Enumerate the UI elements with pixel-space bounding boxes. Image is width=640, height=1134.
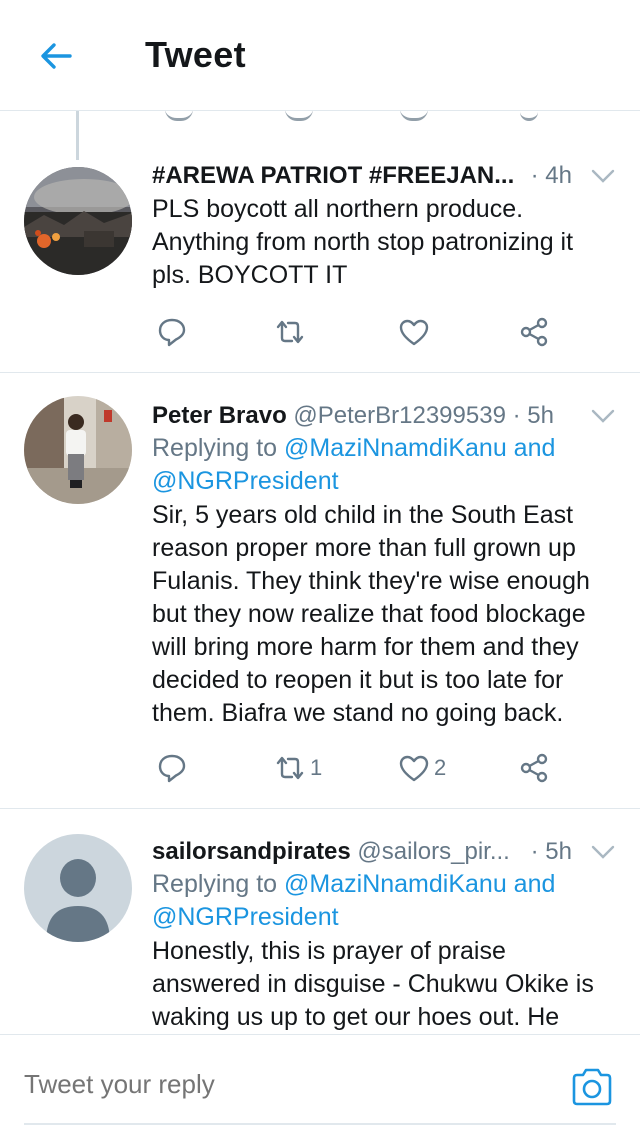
like-count: 2 — [434, 755, 447, 780]
display-name[interactable]: Peter Bravo — [152, 402, 287, 429]
replying-to-label: Replying to — [152, 434, 285, 462]
like-button[interactable]: 2 — [398, 748, 446, 788]
share-button[interactable] — [518, 748, 550, 788]
replying-to-label: Replying to — [152, 870, 285, 898]
share-icon — [520, 317, 548, 347]
tweet-text: Sir, 5 years old child in the South East… — [152, 501, 590, 727]
share-button[interactable] — [518, 312, 550, 352]
like-button[interactable] — [398, 312, 434, 352]
display-name[interactable]: #AREWA PATRIOT #FREEJAN... — [152, 162, 514, 189]
chevron-down-icon[interactable] — [590, 842, 616, 862]
replying-to: Replying to @MaziNnamdiKanu and @NGRPres… — [152, 432, 616, 498]
retweet-button[interactable] — [274, 312, 310, 352]
tweet-header: #AREWA PATRIOT #FREEJAN... · 4h — [152, 160, 616, 192]
retweet-count: 1 — [310, 755, 323, 780]
timestamp: · 5h — [530, 838, 572, 865]
avatar[interactable] — [24, 167, 132, 275]
timestamp: · 5h — [512, 402, 554, 429]
tweet-thread[interactable]: #AREWA PATRIOT #FREEJAN... · 4h PLS boyc… — [0, 110, 640, 1034]
chevron-down-icon[interactable] — [590, 166, 616, 186]
avatar[interactable] — [24, 396, 132, 504]
page-title: Tweet — [145, 34, 246, 75]
reply-button[interactable] — [156, 312, 188, 352]
reply-icon — [158, 754, 186, 783]
retweet-icon — [276, 320, 304, 344]
tweet-item[interactable]: sailorsandpirates @sailors_pir... · 5h R… — [0, 808, 640, 1034]
back-arrow-icon[interactable] — [36, 36, 76, 76]
heart-icon — [399, 755, 429, 782]
reply-icon — [158, 318, 186, 347]
tweet-text: Honestly, this is prayer of praise answe… — [152, 937, 594, 1031]
avatar[interactable] — [24, 834, 132, 942]
tweet-header: Peter Bravo @PeterBr12399539 · 5h — [152, 400, 616, 432]
tweet-actions: 1 2 — [152, 748, 572, 788]
retweet-button[interactable]: 1 — [274, 748, 322, 788]
app-header: Tweet — [0, 0, 640, 111]
tweet-header: sailorsandpirates @sailors_pir... · 5h — [152, 836, 616, 868]
reply-input[interactable] — [24, 1069, 544, 1100]
tweet-actions — [152, 312, 572, 352]
timestamp: · 4h — [530, 162, 572, 189]
tweet-item[interactable]: #AREWA PATRIOT #FREEJAN... · 4h PLS boyc… — [0, 110, 640, 373]
user-handle[interactable]: @PeterBr12399539 — [293, 402, 506, 429]
reply-button[interactable] — [156, 748, 188, 788]
camera-icon[interactable] — [570, 1065, 614, 1109]
tweet-item[interactable]: Peter Bravo @PeterBr12399539 · 5h Replyi… — [0, 372, 640, 809]
chevron-down-icon[interactable] — [590, 406, 616, 426]
input-divider — [24, 1123, 616, 1125]
replying-to: Replying to @MaziNnamdiKanu and @NGRPres… — [152, 868, 616, 934]
heart-icon — [399, 319, 429, 346]
tweet-text: PLS boycott all northern produce. Anythi… — [152, 195, 574, 289]
reply-composer — [0, 1034, 640, 1134]
share-icon — [520, 753, 548, 783]
display-name[interactable]: sailorsandpirates — [152, 838, 351, 865]
user-handle[interactable]: @sailors_pir... — [357, 838, 509, 865]
retweet-icon — [276, 756, 304, 780]
